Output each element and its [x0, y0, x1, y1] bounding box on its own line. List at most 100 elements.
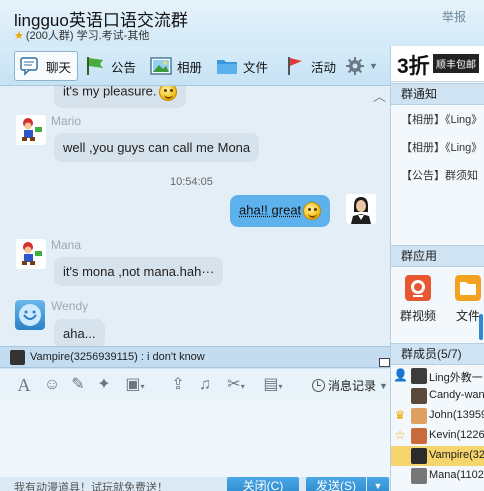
message-input[interactable] — [0, 399, 390, 477]
group-members-header: 群成员(5/7) — [391, 343, 484, 365]
app-label: 群视频 — [399, 309, 436, 323]
ad-tag: 顺丰包邮 — [433, 54, 479, 73]
message-text: aha!! great — [239, 202, 302, 218]
message-history-button[interactable]: 消息记录 ▼ — [312, 377, 388, 394]
right-sidebar: 3折 顺丰包邮 群通知 【相册】《Ling》 【相册】《Ling》 【公告】群须… — [390, 46, 484, 491]
mail-icon[interactable] — [379, 358, 390, 367]
group-notices-header: 群通知 — [391, 83, 484, 105]
tab-announcement[interactable]: 公告 — [84, 51, 136, 81]
new-message-notification[interactable]: Vampire(3256939115) : i don't know — [0, 346, 390, 368]
member-name: Vampire(32 — [429, 449, 484, 461]
smile-emoji-icon — [303, 202, 322, 220]
tab-announcement-label: 公告 — [111, 60, 137, 75]
avatar — [411, 448, 427, 464]
music-icon[interactable]: ♫ — [195, 375, 215, 395]
chevron-down-icon: ▼ — [369, 61, 378, 71]
notice-item[interactable]: 【相册】《Ling》 — [401, 139, 482, 155]
more-tools-icon[interactable]: ▤▾ — [258, 375, 288, 395]
message-text: aha... — [63, 326, 96, 341]
chevron-down-icon: ▼ — [373, 481, 383, 491]
member-item[interactable]: Candy-wan — [391, 386, 484, 406]
message-text: it's my pleasure. — [63, 86, 157, 99]
notification-avatar — [10, 350, 25, 365]
member-name: Mana(11028 — [429, 469, 484, 481]
sender-name: Mana — [51, 238, 82, 252]
avatar — [411, 428, 427, 444]
star-icon: ★ — [14, 30, 24, 42]
chat-icon — [19, 56, 41, 76]
member-name: Ling外教一 — [429, 372, 483, 384]
settings-button[interactable]: ▼ — [344, 51, 378, 81]
member-item[interactable]: 👤 Ling外教一 — [391, 366, 484, 386]
tab-chat-label: 聊天 — [46, 60, 72, 75]
app-group-video[interactable]: 群视频 — [397, 275, 439, 324]
history-label: 消息记录 — [328, 379, 377, 393]
collapse-up-icon[interactable]: ︿ — [373, 86, 386, 105]
message-text: well ,you guys can call me Mona — [63, 140, 251, 155]
close-button[interactable]: 关闭(C) — [227, 477, 299, 491]
avatar — [411, 468, 427, 484]
notice-item[interactable]: 【相册】《Ling》 — [401, 111, 482, 127]
message-timestamp: 10:54:05 — [170, 176, 213, 188]
upload-icon[interactable]: ⇪ — [168, 375, 188, 395]
message-bubble: it's my pleasure. — [54, 86, 186, 108]
member-name: John(13959 — [429, 409, 484, 421]
tab-activity-label: 活动 — [311, 60, 337, 75]
member-item-selected[interactable]: Vampire(32 — [391, 446, 484, 466]
input-toolbar: A ☺ ✎ ✦ ▣▾ ⇪ ♫ ✂▾ ▤▾ 消息记录 ▼ — [0, 369, 390, 399]
member-item[interactable]: ♛ John(13959 — [391, 406, 484, 426]
avatar — [411, 388, 427, 404]
tab-chat[interactable]: 聊天 — [14, 51, 79, 81]
avatar-me[interactable] — [346, 194, 376, 224]
member-name: Candy-wan — [429, 389, 484, 401]
tab-album[interactable]: 相册 — [150, 51, 202, 81]
apps-scrollbar[interactable] — [479, 314, 483, 340]
activity-flag-icon — [284, 56, 306, 76]
shake-icon[interactable]: ✦ — [94, 375, 114, 395]
chat-history[interactable]: ︿ it's my pleasure. Mario well ,you guys… — [0, 86, 390, 346]
tab-files[interactable]: 文件 — [216, 51, 268, 81]
emoji-icon[interactable]: ☺ — [42, 375, 62, 395]
message-bubble: aha... — [54, 319, 105, 346]
chevron-down-icon: ▼ — [379, 380, 388, 391]
ad-discount: 3折 — [397, 55, 430, 78]
gear-icon — [344, 56, 366, 76]
image-icon[interactable]: ▣▾ — [118, 375, 152, 395]
magic-wand-icon[interactable]: ✎ — [68, 375, 88, 395]
crown-icon: ♛ — [394, 408, 406, 422]
message-bubble: it's mona ,not mana.hah··· — [54, 257, 224, 286]
owner-icon: 👤 — [393, 368, 408, 382]
font-icon[interactable]: A — [14, 375, 34, 395]
scissors-icon[interactable]: ✂▾ — [222, 375, 250, 395]
avatar-wendy[interactable] — [15, 300, 45, 330]
send-options-button[interactable]: ▼ — [367, 477, 389, 491]
announcement-flag-icon — [84, 56, 106, 76]
group-apps-header: 群应用 — [391, 245, 484, 267]
message-text: it's mona ,not mana.hah··· — [63, 264, 215, 279]
message-bubble: well ,you guys can call me Mona — [54, 133, 260, 162]
avatar-mana[interactable] — [16, 239, 46, 269]
folder-icon — [216, 56, 238, 76]
member-item[interactable]: ☆ Kevin(12260 — [391, 426, 484, 446]
member-item[interactable]: Mana(11028 — [391, 466, 484, 486]
tab-files-label: 文件 — [243, 60, 269, 75]
group-subtitle: ★ (200人群) 学习.考试-其他 — [14, 27, 149, 43]
notice-item[interactable]: 【公告】群须知 — [401, 167, 478, 183]
send-button[interactable]: 发送(S) — [306, 477, 366, 491]
smile-emoji-icon — [158, 86, 177, 101]
tab-activity[interactable]: 活动 — [284, 51, 336, 81]
sender-name: Mario — [51, 114, 82, 128]
album-icon — [150, 56, 172, 76]
promo-link[interactable]: 我有动漫道具！试玩就免费送！ — [14, 479, 168, 491]
group-header: lingguo英语口语交流群 ★ (200人群) 学习.考试-其他 举报 — [0, 0, 484, 46]
avatar-mario[interactable] — [16, 115, 46, 145]
group-info: (200人群) 学习.考试-其他 — [25, 30, 150, 42]
clock-icon — [312, 379, 325, 392]
ad-banner[interactable]: 3折 顺丰包邮 — [391, 46, 484, 82]
tab-album-label: 相册 — [177, 60, 203, 75]
report-link[interactable]: 举报 — [442, 8, 466, 25]
avatar — [411, 408, 427, 424]
notification-text: Vampire(3256939115) : i don't know — [30, 351, 205, 363]
member-name: Kevin(12260 — [429, 429, 484, 441]
group-video-icon — [405, 275, 431, 301]
